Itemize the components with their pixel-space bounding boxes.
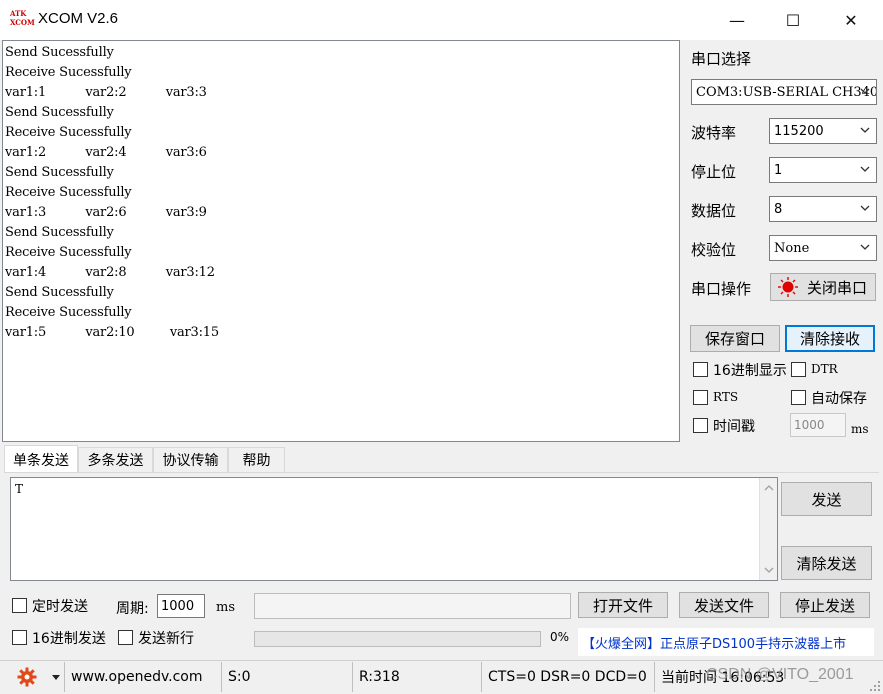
stop-send-button[interactable]: 停止发送 bbox=[780, 592, 870, 618]
auto-save-label: 自动保存 bbox=[811, 391, 867, 407]
rts-label: RTS bbox=[713, 390, 739, 404]
scroll-up-icon[interactable] bbox=[764, 484, 774, 492]
watermark: CSDN @VITO_2001 bbox=[706, 666, 854, 683]
timestamp-interval-input[interactable]: 1000 bbox=[790, 413, 846, 437]
caret-down-icon[interactable] bbox=[52, 675, 60, 680]
hex-display-checkbox[interactable] bbox=[693, 362, 708, 377]
timed-send-checkbox[interactable] bbox=[12, 598, 27, 613]
minimize-icon: — bbox=[729, 10, 745, 30]
clear-receive-button[interactable]: 清除接收 bbox=[785, 325, 875, 352]
led-indicator-icon bbox=[778, 277, 798, 297]
send-text: T bbox=[15, 482, 24, 496]
close-port-label: 关闭串口 bbox=[807, 278, 868, 297]
send-newline-checkbox[interactable] bbox=[118, 630, 133, 645]
tab-multi-send[interactable]: 多条发送 bbox=[78, 447, 153, 473]
hex-send-checkbox[interactable] bbox=[12, 630, 27, 645]
auto-save-checkbox[interactable] bbox=[791, 390, 806, 405]
port-select-value: COM3:USB-SERIAL CH340 bbox=[696, 84, 877, 100]
timed-send-label: 定时发送 bbox=[32, 599, 88, 615]
chevron-down-icon bbox=[860, 166, 870, 172]
send-newline-label: 发送新行 bbox=[138, 631, 194, 647]
logo-text-top: ATK bbox=[10, 9, 27, 18]
chevron-down-icon bbox=[860, 205, 870, 211]
send-progress-bar bbox=[254, 631, 541, 647]
baud-label: 波特率 bbox=[691, 124, 737, 142]
baud-select[interactable]: 115200 bbox=[769, 118, 877, 144]
website-link[interactable]: www.openedv.com bbox=[64, 662, 220, 692]
stop-bits-label: 停止位 bbox=[691, 163, 737, 181]
save-window-button[interactable]: 保存窗口 bbox=[690, 325, 780, 352]
period-input[interactable]: 1000 bbox=[157, 594, 205, 618]
progress-percent: 0% bbox=[550, 630, 570, 644]
gear-icon bbox=[17, 667, 37, 687]
send-textarea[interactable]: T bbox=[10, 477, 778, 581]
port-label: 串口选择 bbox=[691, 50, 752, 68]
tab-single-send[interactable]: 单条发送 bbox=[4, 445, 78, 473]
receive-textarea[interactable]: Send Sucessfully Receive Sucessfully var… bbox=[2, 40, 680, 442]
open-file-button[interactable]: 打开文件 bbox=[578, 592, 668, 618]
chevron-down-icon bbox=[860, 88, 870, 94]
send-button[interactable]: 发送 bbox=[781, 482, 872, 516]
minimize-button[interactable]: — bbox=[714, 0, 760, 40]
data-bits-label: 数据位 bbox=[691, 202, 737, 220]
tab-help[interactable]: 帮助 bbox=[228, 447, 285, 473]
stop-bits-value: 1 bbox=[774, 162, 783, 178]
data-bits-select[interactable]: 8 bbox=[769, 196, 877, 222]
sent-count: S:0 bbox=[221, 662, 351, 692]
hex-display-label: 16进制显示 bbox=[713, 363, 787, 379]
rts-checkbox[interactable] bbox=[693, 390, 708, 405]
app-logo-icon: ATK XCOM bbox=[10, 9, 35, 29]
maximize-button[interactable]: ☐ bbox=[770, 0, 816, 40]
parity-label: 校验位 bbox=[691, 241, 737, 259]
maximize-icon: ☐ bbox=[785, 10, 801, 30]
period-ms-label: ms bbox=[216, 600, 235, 615]
resize-grip-icon[interactable] bbox=[869, 680, 881, 692]
port-op-label: 串口操作 bbox=[691, 280, 752, 298]
hex-send-label: 16进制发送 bbox=[32, 631, 106, 647]
dtr-label: DTR bbox=[811, 362, 838, 376]
send-file-button[interactable]: 发送文件 bbox=[679, 592, 769, 618]
logo-text-bottom: XCOM bbox=[10, 18, 35, 27]
timestamp-ms-label: ms bbox=[851, 422, 869, 436]
data-bits-value: 8 bbox=[774, 201, 783, 217]
tab-protocol[interactable]: 协议传输 bbox=[153, 447, 228, 473]
signal-status: CTS=0 DSR=0 DCD=0 bbox=[481, 662, 653, 692]
close-button[interactable]: ✕ bbox=[828, 0, 874, 40]
tab-divider bbox=[4, 472, 879, 473]
port-select[interactable]: COM3:USB-SERIAL CH340 bbox=[691, 79, 877, 105]
settings-gear-button[interactable] bbox=[17, 667, 37, 691]
clear-send-button[interactable]: 清除发送 bbox=[781, 546, 872, 580]
close-port-button[interactable]: 关闭串口 bbox=[770, 273, 876, 301]
chevron-down-icon bbox=[860, 127, 870, 133]
received-count: R:318 bbox=[352, 662, 480, 692]
parity-select[interactable]: None bbox=[769, 235, 877, 261]
dtr-checkbox[interactable] bbox=[791, 362, 806, 377]
file-path-field[interactable] bbox=[254, 593, 571, 619]
stop-bits-select[interactable]: 1 bbox=[769, 157, 877, 183]
chevron-down-icon bbox=[860, 244, 870, 250]
timestamp-checkbox[interactable] bbox=[693, 418, 708, 433]
parity-value: None bbox=[774, 240, 810, 256]
baud-select-value: 115200 bbox=[774, 123, 824, 139]
timestamp-label: 时间戳 bbox=[713, 419, 755, 435]
period-label: 周期: bbox=[116, 601, 149, 617]
window-title: XCOM V2.6 bbox=[38, 10, 119, 27]
send-scrollbar[interactable] bbox=[759, 478, 777, 580]
promo-link[interactable]: 【火爆全网】正点原子DS100手持示波器上市 bbox=[578, 628, 874, 656]
scroll-down-icon[interactable] bbox=[764, 566, 774, 574]
close-icon: ✕ bbox=[844, 10, 858, 30]
